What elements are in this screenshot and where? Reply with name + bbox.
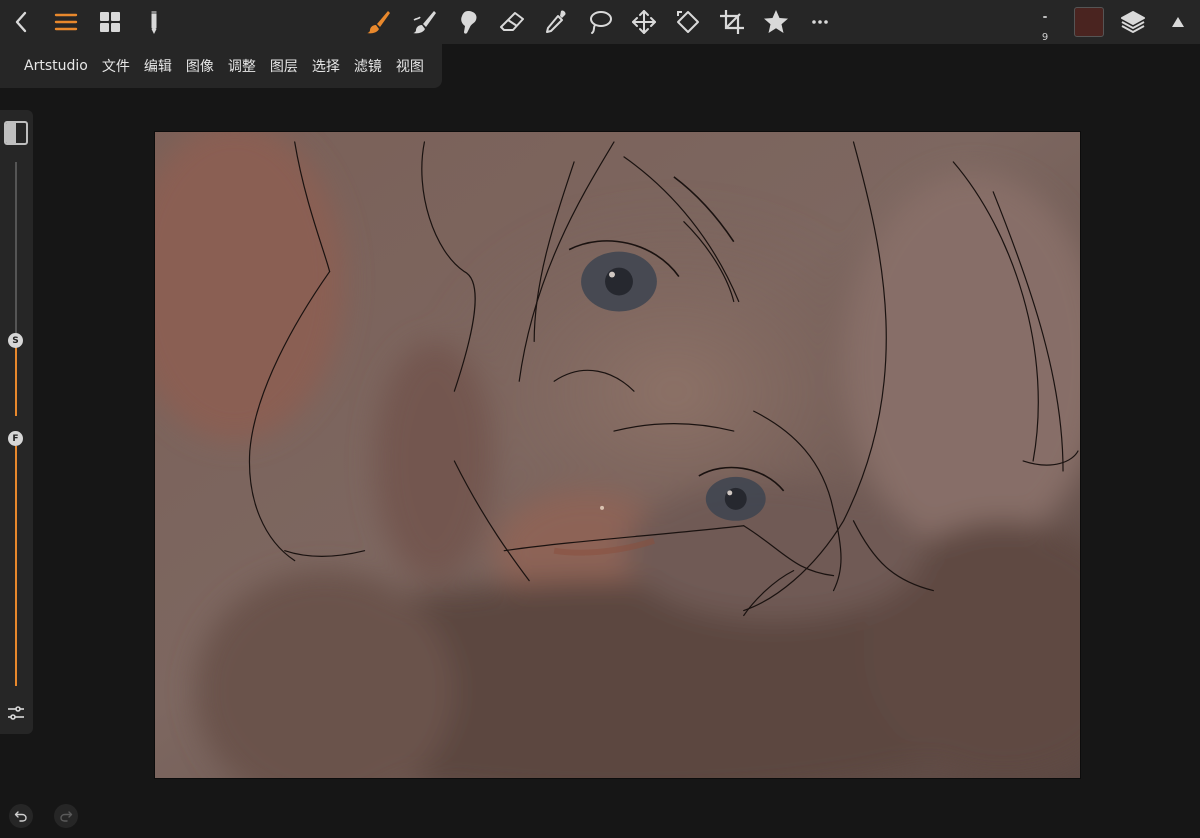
menu-app-name[interactable]: Artstudio xyxy=(24,58,88,74)
brush-icon[interactable] xyxy=(360,4,396,40)
collapse-toolbar-icon[interactable] xyxy=(1160,4,1196,40)
gallery-icon[interactable] xyxy=(92,4,128,40)
back-icon[interactable] xyxy=(4,4,40,40)
size-slider-fill xyxy=(15,342,17,416)
size-slider-thumb[interactable]: S xyxy=(8,333,23,348)
slider-settings-icon[interactable] xyxy=(5,702,27,724)
undo-icon xyxy=(14,811,27,822)
crop-icon[interactable] xyxy=(714,4,750,40)
more-icon[interactable] xyxy=(802,4,838,40)
brush-slider-panel: S F xyxy=(0,110,33,734)
brush-size-dot xyxy=(1043,16,1047,18)
menu-bar: Artstudio 文件 编辑 图像 调整 图层 选择 滤镜 视图 xyxy=(0,44,442,88)
eyedropper-icon[interactable] xyxy=(538,4,574,40)
menu-image[interactable]: 图像 xyxy=(186,56,214,76)
smudge-icon[interactable] xyxy=(406,4,442,40)
current-color-swatch[interactable] xyxy=(1074,7,1104,37)
menu-edit[interactable]: 编辑 xyxy=(144,56,172,76)
split-view-icon[interactable] xyxy=(4,121,28,145)
size-slider-track[interactable] xyxy=(15,162,17,340)
transform-icon[interactable] xyxy=(670,4,706,40)
drawing-canvas[interactable] xyxy=(154,131,1081,779)
menu-file[interactable]: 文件 xyxy=(102,56,130,76)
menu-icon[interactable] xyxy=(48,4,84,40)
menu-adjust[interactable]: 调整 xyxy=(228,56,256,76)
menu-filter[interactable]: 滤镜 xyxy=(354,56,382,76)
top-toolbar: 9 xyxy=(0,0,1200,44)
flow-slider-fill xyxy=(15,446,17,686)
undo-button[interactable] xyxy=(9,804,33,828)
brush-size-indicator[interactable]: 9 xyxy=(1030,6,1060,43)
pencil-icon[interactable] xyxy=(136,4,172,40)
redo-button[interactable] xyxy=(54,804,78,828)
artwork-painting xyxy=(155,132,1080,778)
layers-icon[interactable] xyxy=(1115,4,1151,40)
menu-view[interactable]: 视图 xyxy=(396,56,424,76)
menu-layer[interactable]: 图层 xyxy=(270,56,298,76)
brush-size-value: 9 xyxy=(1041,32,1049,43)
move-icon[interactable] xyxy=(626,4,662,40)
menu-select[interactable]: 选择 xyxy=(312,56,340,76)
redo-icon xyxy=(60,811,73,822)
favorites-star-icon[interactable] xyxy=(758,4,794,40)
lasso-icon[interactable] xyxy=(582,4,618,40)
eraser-icon[interactable] xyxy=(494,4,530,40)
flow-slider-thumb[interactable]: F xyxy=(8,431,23,446)
clone-stamp-icon[interactable] xyxy=(450,4,486,40)
